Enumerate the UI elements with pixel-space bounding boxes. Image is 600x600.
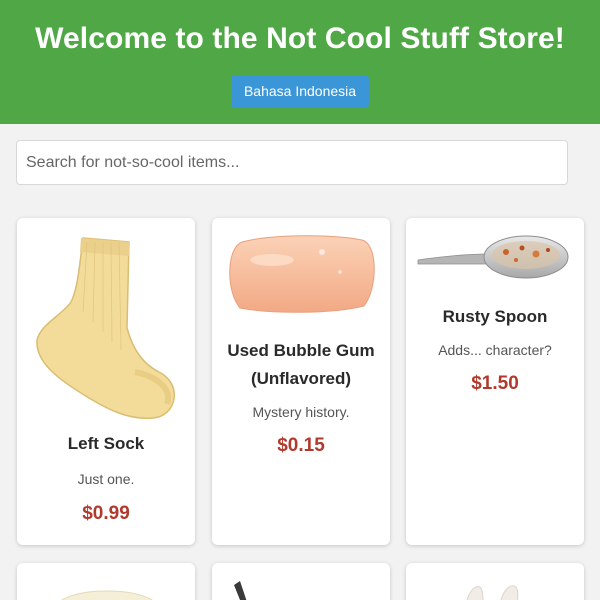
product-card-bubble-gum[interactable]: Used Bubble Gum (Unflavored) Mystery his…	[212, 218, 390, 545]
rusty-spoon-image	[417, 235, 569, 279]
page-title: Welcome to the Not Cool Stuff Store!	[35, 22, 565, 55]
sock-image	[36, 237, 175, 419]
product-card-partial-2[interactable]	[212, 563, 390, 600]
product-image	[61, 590, 153, 600]
product-name: Rusty Spoon	[442, 307, 548, 326]
product-price: $0.99	[82, 503, 130, 524]
product-description: Adds... character?	[438, 342, 552, 358]
product-description: Just one.	[77, 471, 135, 487]
store-header: Welcome to the Not Cool Stuff Store! Bah…	[0, 0, 600, 124]
product-name: Used Bubble Gum (Unflavored)	[227, 341, 375, 388]
product-price: $0.15	[277, 435, 325, 456]
search-input[interactable]	[16, 140, 568, 185]
product-name: Left Sock	[67, 434, 145, 453]
language-toggle-button[interactable]: Bahasa Indonesia	[231, 75, 369, 108]
product-card-left-sock[interactable]: Left Sock Just one. $0.99	[17, 218, 195, 545]
product-card-partial-3[interactable]	[406, 563, 584, 600]
product-card-partial-1[interactable]	[17, 563, 195, 600]
bubble-gum-image	[229, 235, 375, 313]
product-image	[466, 585, 519, 600]
product-description: Mystery history.	[252, 404, 350, 420]
product-card-rusty-spoon[interactable]: Rusty Spoon Adds... character? $1.50	[406, 218, 584, 545]
product-price: $1.50	[471, 373, 519, 394]
product-image	[234, 581, 247, 600]
